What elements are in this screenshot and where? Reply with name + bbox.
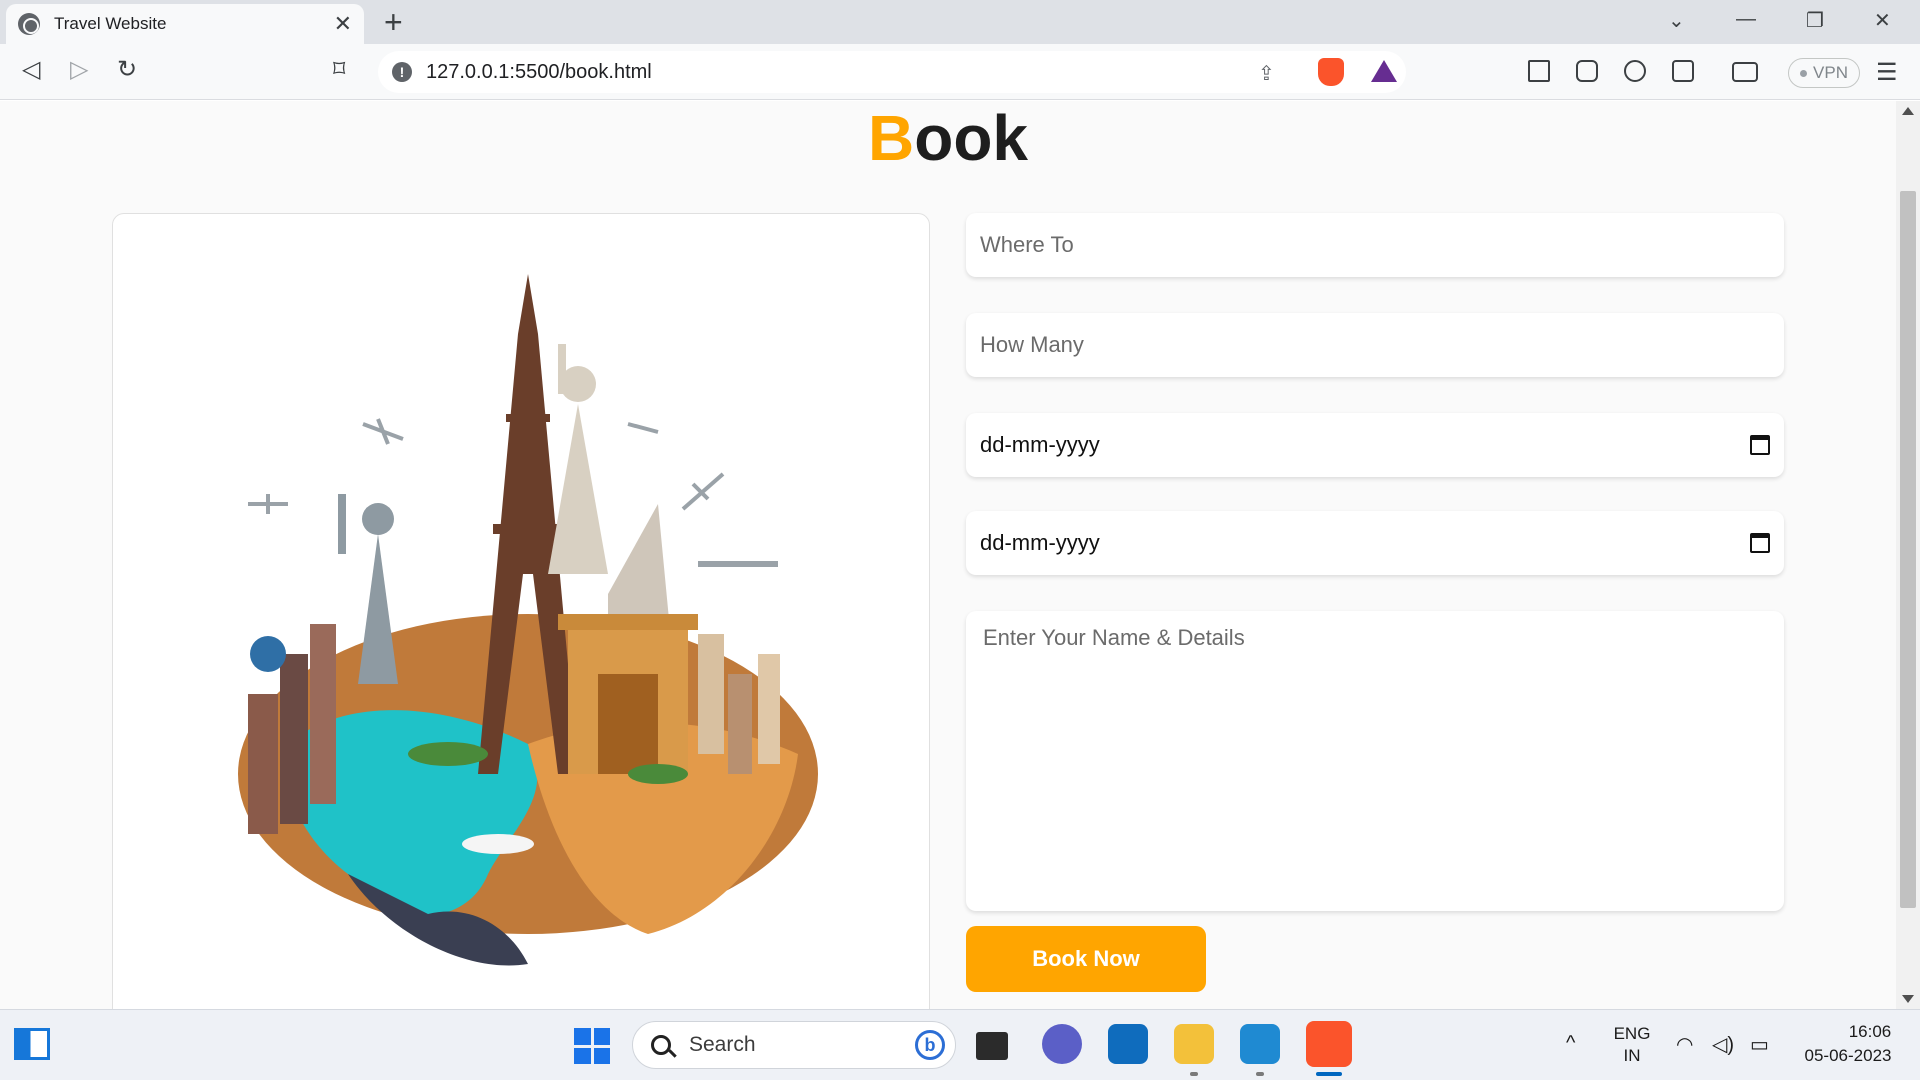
world-landmarks-illustration <box>238 274 818 966</box>
browser-tab[interactable]: Travel Website ✕ <box>6 4 364 44</box>
browser-tabstrip: Travel Website ✕ + ⌄ — ❐ ✕ <box>0 0 1920 44</box>
tab-close-icon[interactable]: ✕ <box>334 13 352 35</box>
arrival-date-input[interactable]: dd-mm-yyyy <box>966 413 1784 477</box>
arrival-date-placeholder: dd-mm-yyyy <box>980 432 1100 457</box>
search-icon <box>651 1035 671 1055</box>
widgets-icon[interactable] <box>14 1028 50 1060</box>
volume-icon[interactable]: ◁) <box>1712 1032 1734 1057</box>
windows-taskbar: Search b ^ ENG IN ◠ ◁) ▭ 16:06 05-06-202… <box>0 1009 1920 1080</box>
minimize-button[interactable]: — <box>1736 8 1756 31</box>
puzzle-extensions-icon[interactable] <box>1576 60 1598 82</box>
vscode-running-indicator <box>1256 1072 1264 1076</box>
page-scrollbar[interactable] <box>1896 101 1920 1009</box>
globe-icon <box>18 13 40 35</box>
calendar-icon[interactable] <box>1750 533 1770 553</box>
calendar-icon[interactable] <box>1750 435 1770 455</box>
close-window-button[interactable]: ✕ <box>1874 8 1891 33</box>
language-indicator-line2[interactable]: IN <box>1612 1046 1652 1066</box>
leaving-date-placeholder: dd-mm-yyyy <box>980 530 1100 555</box>
bing-icon[interactable]: b <box>915 1030 945 1060</box>
file-explorer-running-indicator <box>1190 1072 1198 1076</box>
page-content: Book Where To How Many dd-mm-yyyy dd-mm-… <box>0 101 1896 1009</box>
reload-button[interactable]: ↻ <box>117 58 137 82</box>
file-explorer-icon[interactable] <box>1174 1024 1214 1064</box>
tab-search-dropdown-icon[interactable]: ⌄ <box>1668 8 1685 33</box>
page-title-rest: ook <box>914 102 1028 174</box>
battery-icon[interactable]: ▭ <box>1750 1032 1769 1057</box>
details-textarea[interactable]: Enter Your Name & Details <box>966 611 1784 911</box>
brave-browser-icon[interactable] <box>1306 1021 1352 1067</box>
brave-shields-icon[interactable] <box>1318 58 1344 86</box>
clock-time[interactable]: 16:06 <box>1840 1022 1900 1042</box>
wallet-icon[interactable] <box>1732 62 1758 82</box>
book-now-button[interactable]: Book Now <box>966 926 1206 992</box>
page-title-first-letter: B <box>868 102 915 174</box>
bookmark-icon[interactable]: ⌑ <box>333 58 345 82</box>
wifi-icon[interactable]: ◠ <box>1676 1032 1693 1057</box>
language-indicator-line1[interactable]: ENG <box>1612 1024 1652 1044</box>
tab-title: Travel Website <box>54 14 167 33</box>
travel-image-card <box>112 213 930 1009</box>
scroll-up-arrow-icon[interactable] <box>1902 107 1914 115</box>
new-tab-button[interactable]: + <box>384 6 403 38</box>
vpn-status-dot <box>1800 69 1808 77</box>
site-info-icon[interactable]: ! <box>392 62 412 82</box>
back-button[interactable]: ◁ <box>22 58 40 82</box>
taskbar-search[interactable]: Search b <box>632 1021 956 1069</box>
where-to-input[interactable]: Where To <box>966 213 1784 277</box>
vscode-icon[interactable] <box>1240 1024 1280 1064</box>
task-view-icon[interactable] <box>976 1032 1008 1060</box>
teams-chat-icon[interactable] <box>1042 1024 1082 1064</box>
search-label: Search <box>689 1033 756 1056</box>
show-hidden-icons-chevron-icon[interactable]: ^ <box>1566 1032 1575 1055</box>
restore-button[interactable]: ❐ <box>1806 8 1824 33</box>
mail-icon[interactable] <box>1108 1024 1148 1064</box>
menu-icon[interactable]: ☰ <box>1876 58 1898 87</box>
leaving-date-input[interactable]: dd-mm-yyyy <box>966 511 1784 575</box>
share-icon[interactable]: ⇪ <box>1258 61 1275 86</box>
how-many-input[interactable]: How Many <box>966 313 1784 377</box>
brave-active-indicator <box>1316 1072 1342 1076</box>
windows-start-icon[interactable] <box>574 1028 610 1064</box>
sidebar-toggle-icon[interactable] <box>1672 60 1694 82</box>
browser-toolbar: ◁ ▷ ↻ ⌑ ! 127.0.0.1:5500/book.html ⇪ VPN… <box>0 44 1920 100</box>
vpn-button[interactable]: VPN <box>1788 58 1860 88</box>
address-bar[interactable]: ! 127.0.0.1:5500/book.html ⇪ <box>378 51 1406 93</box>
extensions-bar-icon[interactable] <box>1528 60 1550 82</box>
vpn-label: VPN <box>1813 63 1848 82</box>
brave-rewards-icon[interactable] <box>1371 60 1397 82</box>
page-title: Book <box>0 101 1896 175</box>
scroll-down-arrow-icon[interactable] <box>1902 995 1914 1003</box>
scroll-thumb[interactable] <box>1900 191 1916 908</box>
url-text[interactable]: 127.0.0.1:5500/book.html <box>426 61 652 84</box>
forward-button[interactable]: ▷ <box>70 58 88 82</box>
clock-date[interactable]: 05-06-2023 <box>1796 1046 1900 1066</box>
leo-ai-icon[interactable] <box>1624 60 1646 82</box>
